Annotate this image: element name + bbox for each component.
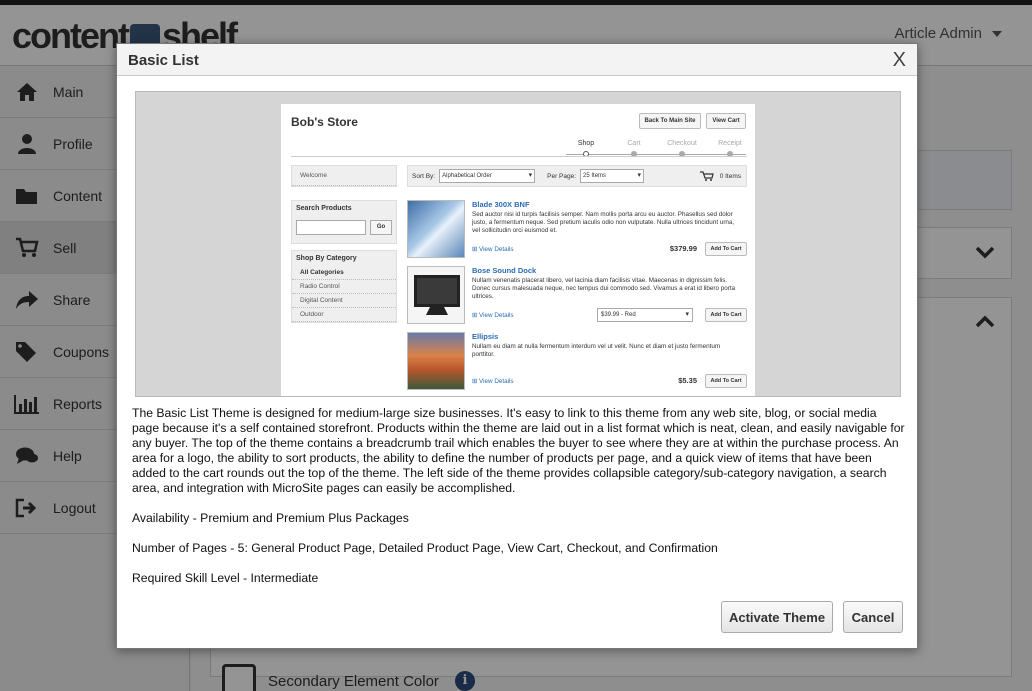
availability-text: Availability - Premium and Premium Plus …: [132, 511, 409, 525]
step-label: Shop: [577, 140, 595, 147]
step-cart: Cart: [614, 140, 654, 157]
description-paragraph: The Basic List Theme is designed for med…: [132, 406, 905, 495]
sort-bar: Sort By: Alphabetical Order Per Page: 25…: [407, 165, 747, 187]
divider: [291, 156, 747, 157]
product-image: [407, 332, 465, 390]
activate-theme-button[interactable]: Activate Theme: [721, 601, 833, 633]
category-item: All Categories: [292, 266, 396, 280]
product-description: Sed auctor nisi id turpis facilisis semp…: [472, 211, 735, 234]
category-item: Radio Control: [292, 280, 396, 294]
product-name: Ellipsis: [472, 332, 499, 341]
product-description: Nullam eu diam at nulla fermentum interd…: [472, 343, 721, 358]
store-preview: Bob's Store Back To Main Site View Cart …: [281, 104, 755, 396]
step-label: Checkout: [667, 140, 697, 147]
product-item: Blade 300X BNF Sed auctor nisi id turpis…: [407, 198, 747, 260]
theme-description: The Basic List Theme is designed for med…: [132, 406, 907, 601]
welcome-label: Welcome: [292, 166, 396, 186]
view-details-label: View Details: [479, 246, 514, 253]
product-name: Bose Sound Dock: [472, 266, 537, 275]
sort-select: Alphabetical Order: [439, 169, 536, 183]
add-to-cart-button: Add To Cart: [705, 242, 747, 256]
product-description: Nullam venenatis placerat libero, vel la…: [472, 277, 736, 300]
modal-title: Basic List: [128, 52, 199, 69]
steps-line: [566, 154, 746, 155]
category-item: Outdoor: [292, 308, 396, 322]
per-page-label: Per Page:: [547, 172, 577, 180]
step-shop: Shop: [566, 140, 606, 157]
back-to-main-button: Back To Main Site: [639, 113, 701, 129]
view-details-label: View Details: [479, 312, 514, 319]
product-option-select: $39.99 - Red: [597, 308, 693, 322]
category-heading: Shop By Category: [296, 255, 357, 262]
search-go-button: Go: [370, 220, 392, 235]
search-input: [296, 220, 366, 235]
cancel-button[interactable]: Cancel: [843, 601, 903, 633]
modal-header: Basic List X: [117, 44, 917, 76]
product-item: Bose Sound Dock Nullam venenatis placera…: [407, 264, 747, 326]
view-details-link: ⊞ View Details: [472, 246, 514, 253]
step-checkout: Checkout: [662, 140, 702, 157]
breadcrumb-steps: Shop Cart Checkout Receipt: [566, 140, 746, 160]
close-icon[interactable]: X: [893, 49, 906, 72]
product-price: $5.35: [678, 376, 697, 385]
theme-preview: Bob's Store Back To Main Site View Cart …: [135, 91, 901, 397]
add-to-cart-button: Add To Cart: [705, 374, 747, 388]
product-name: Blade 300X BNF: [472, 200, 530, 209]
product-image: [407, 200, 465, 258]
category-item: Digital Content: [292, 294, 396, 308]
monitor-icon: [414, 275, 460, 315]
view-details-link: ⊞ View Details: [472, 378, 514, 385]
view-cart-button: View Cart: [706, 113, 746, 129]
step-receipt: Receipt: [710, 140, 750, 157]
search-heading: Search Products: [296, 205, 352, 212]
skill-level-text: Required Skill Level - Intermediate: [132, 571, 319, 585]
pages-text: Number of Pages - 5: General Product Pag…: [132, 541, 718, 555]
search-box: Search Products Go: [291, 200, 397, 244]
product-image: [407, 266, 465, 324]
product-item: Ellipsis Nullam eu diam at nulla ferment…: [407, 330, 747, 392]
per-page-select: 25 Items: [580, 169, 645, 183]
cart-count: 0 Items: [719, 172, 741, 180]
store-title: Bob's Store: [291, 115, 358, 129]
category-box: Shop By Category All Categories Radio Co…: [291, 250, 397, 323]
view-details-link: ⊞ View Details: [472, 312, 514, 319]
sort-label: Sort By:: [412, 172, 436, 180]
welcome-box: Welcome: [291, 165, 397, 187]
step-label: Receipt: [718, 140, 742, 147]
step-label: Cart: [627, 140, 641, 147]
theme-modal: Basic List X Bob's Store Back To Main Si…: [116, 43, 918, 649]
view-details-label: View Details: [479, 378, 514, 385]
product-price: $379.99: [669, 244, 697, 253]
add-to-cart-button: Add To Cart: [705, 308, 747, 322]
cart-summary: 0 Items: [699, 171, 741, 181]
cart-icon: [699, 171, 714, 181]
